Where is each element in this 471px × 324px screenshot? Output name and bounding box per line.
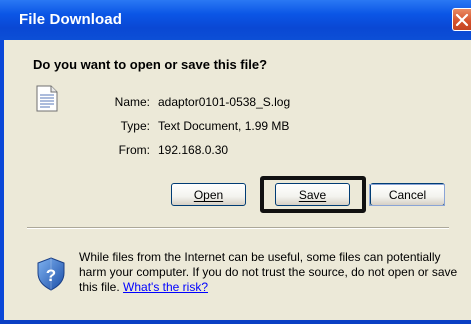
close-icon [455,13,469,27]
security-warning: While files from the Internet can be use… [79,250,459,295]
dialog-heading: Do you want to open or save this file? [33,57,268,72]
window-bottom-border [0,320,471,324]
separator-line [27,227,449,229]
security-shield-icon: ? [37,257,65,291]
svg-text:?: ? [46,266,56,285]
text-document-icon [36,85,58,112]
file-type-value: Text Document, 1.99 MB [158,119,290,133]
file-name-value: adaptor0101-0538_S.log [158,95,291,109]
open-button-label: Open [193,188,224,202]
file-download-dialog: File Download Do you want to open or sav… [0,0,471,324]
file-source-value: 192.168.0.30 [158,143,229,157]
type-label: Type: [120,119,150,133]
save-button[interactable]: Save [275,183,350,206]
close-button[interactable] [452,8,471,31]
cancel-button-label: Cancel [388,188,427,202]
save-button-label: Save [298,188,327,202]
title-bar[interactable]: File Download [0,0,471,40]
open-button[interactable]: Open [171,183,246,206]
window-title: File Download [19,11,122,28]
from-label: From: [118,143,150,157]
name-label: Name: [114,95,150,109]
whats-the-risk-link[interactable]: What's the risk? [123,280,208,294]
dialog-body: Do you want to open or save this file? N… [4,40,471,320]
cancel-button[interactable]: Cancel [370,183,445,206]
